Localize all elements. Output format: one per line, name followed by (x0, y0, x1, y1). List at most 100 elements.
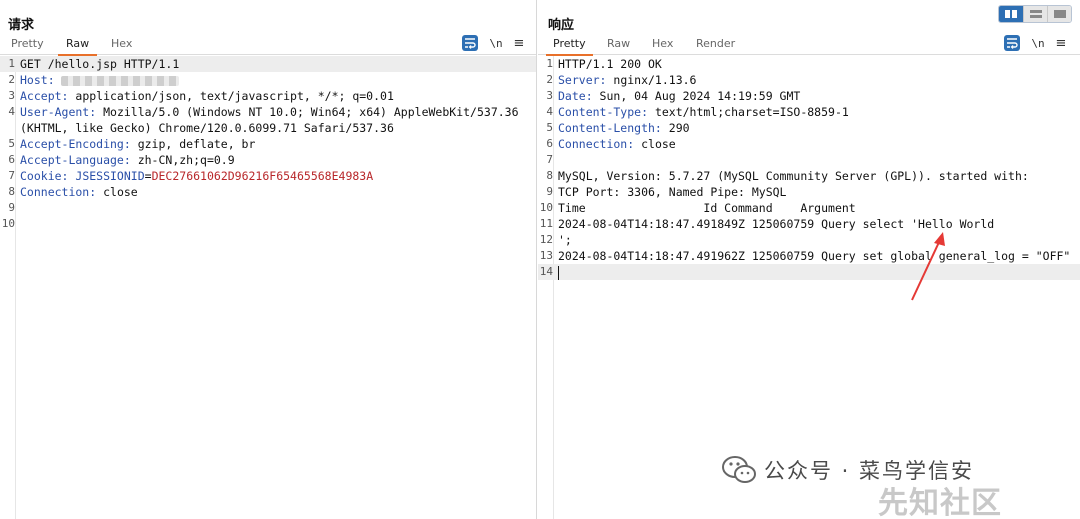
response-line: 14 (538, 264, 1080, 280)
response-line: 1 HTTP/1.1 200 OK (538, 56, 1080, 72)
line-code (558, 264, 559, 280)
newline-toggle-icon[interactable]: \n (488, 35, 504, 51)
text-cursor (558, 265, 559, 280)
response-line: 8 MySQL, Version: 5.7.27 (MySQL Community… (538, 168, 1080, 184)
redacted-host (60, 75, 179, 86)
line-code: (KHTML, like Gecko) Chrome/120.0.6099.71… (20, 121, 394, 135)
line-code: Connection: close (558, 137, 676, 151)
line-code: HTTP/1.1 200 OK (558, 57, 662, 71)
layout-tabs-icon[interactable] (1047, 6, 1071, 22)
response-line: 11 2024-08-04T14:18:47.491849Z 125060759 … (538, 216, 1080, 232)
request-line: 6 Accept-Language: zh-CN,zh;q=0.9 (0, 152, 536, 168)
line-number: 1 (546, 57, 553, 70)
line-code: Time Id Command Argument (558, 201, 856, 215)
line-number: 13 (539, 249, 553, 262)
line-number: 4 (546, 105, 553, 118)
line-number: 12 (539, 233, 553, 246)
request-tab-hex[interactable]: Hex (111, 37, 132, 54)
line-number: 1 (8, 57, 15, 70)
line-code: TCP Port: 3306, Named Pipe: MySQL (558, 185, 787, 199)
line-number: 3 (546, 89, 553, 102)
request-line: 2 Host: (0, 72, 536, 88)
watermark-site: 先知社区 (878, 486, 1002, 519)
line-code: GET /hello.jsp HTTP/1.1 (20, 57, 180, 71)
newline-toggle-icon[interactable]: \n (1030, 35, 1046, 51)
response-line: 2 Server: nginx/1.13.6 (538, 72, 1080, 88)
line-number: 2 (546, 73, 553, 86)
line-code: Content-Type: text/html;charset=ISO-8859… (558, 105, 849, 119)
line-number: 3 (8, 89, 15, 102)
response-title: 响应 (548, 18, 575, 33)
line-number: 8 (8, 185, 15, 198)
line-code: Connection: close (20, 185, 138, 199)
line-number: 14 (539, 265, 553, 278)
response-pane: 响应 Pretty Raw Hex Render \n ≡ 1 HTTP/1.1 … (538, 0, 1080, 519)
line-number: 6 (546, 137, 553, 150)
request-line: 9 (0, 200, 536, 216)
line-number: 5 (8, 137, 15, 150)
line-code: Accept: application/json, text/javascrip… (20, 89, 394, 103)
line-number: 9 (546, 185, 553, 198)
line-code: Date: Sun, 04 Aug 2024 14:19:59 GMT (558, 89, 801, 103)
request-line: 5 Accept-Encoding: gzip, deflate, br (0, 136, 536, 152)
line-code: Content-Length: 290 (558, 121, 690, 135)
response-editor[interactable]: 1 HTTP/1.1 200 OK 2 Server: nginx/1.13.6 3 Da… (538, 56, 1080, 519)
request-tabs: Pretty Raw Hex (0, 34, 536, 56)
line-number: 5 (546, 121, 553, 134)
line-code: Accept-Encoding: gzip, deflate, br (20, 137, 256, 151)
response-line: 6 Connection: close (538, 136, 1080, 152)
response-tab-raw[interactable]: Raw (607, 37, 630, 54)
line-code: User-Agent: Mozilla/5.0 (Windows NT 10.0… (20, 105, 519, 119)
line-number: 10 (539, 201, 553, 214)
response-line: 9 TCP Port: 3306, Named Pipe: MySQL (538, 184, 1080, 200)
request-line: 3 Accept: application/json, text/javascri… (0, 88, 536, 104)
response-tab-render[interactable]: Render (696, 37, 735, 54)
response-line: 4 Content-Type: text/html;charset=ISO-885… (538, 104, 1080, 120)
line-code: '; (558, 233, 572, 247)
wechat-icon (722, 456, 756, 483)
layout-toggle (998, 5, 1072, 23)
line-code: Accept-Language: zh-CN,zh;q=0.9 (20, 153, 235, 167)
request-line: 7 Cookie: JSESSIONID=DEC27661062D96216F65… (0, 168, 536, 184)
line-number: 6 (8, 153, 15, 166)
request-menu-icon[interactable]: ≡ (512, 35, 526, 51)
request-editor[interactable]: 1 GET /hello.jsp HTTP/1.1 2 Host: 3 Accept: a… (0, 56, 536, 519)
line-number: 9 (8, 201, 15, 214)
line-code: 2024-08-04T14:18:47.491849Z 125060759 Qu… (558, 217, 995, 231)
request-line: 1 GET /hello.jsp HTTP/1.1 (0, 56, 536, 72)
response-line: 5 Content-Length: 290 (538, 120, 1080, 136)
line-number: 11 (539, 217, 553, 230)
response-line: 10 Time Id Command Argument (538, 200, 1080, 216)
layout-side-by-side-icon[interactable] (999, 6, 1023, 22)
request-line: 8 Connection: close (0, 184, 536, 200)
request-tab-raw[interactable]: Raw (58, 37, 98, 56)
word-wrap-icon[interactable] (1004, 35, 1020, 51)
line-number: 7 (546, 153, 553, 166)
line-number: 2 (8, 73, 15, 86)
request-line: 10 (0, 216, 536, 232)
request-line: 4 User-Agent: Mozilla/5.0 (Windows NT 10.… (0, 104, 536, 120)
request-pane: 请求 Pretty Raw Hex \n ≡ 1 GET /hello.jsp H… (0, 0, 537, 519)
response-line: 7 (538, 152, 1080, 168)
response-line: 3 Date: Sun, 04 Aug 2024 14:19:59 GMT (538, 88, 1080, 104)
response-tab-pretty[interactable]: Pretty (546, 37, 593, 56)
response-menu-icon[interactable]: ≡ (1054, 35, 1068, 51)
line-code: 2024-08-04T14:18:47.491962Z 125060759 Qu… (558, 249, 1071, 263)
line-code: Server: nginx/1.13.6 (558, 73, 697, 87)
line-code: Cookie: JSESSIONID=DEC27661062D96216F654… (20, 169, 374, 183)
word-wrap-icon[interactable] (462, 35, 478, 51)
line-number: 7 (8, 169, 15, 182)
request-line: (KHTML, like Gecko) Chrome/120.0.6099.71… (0, 120, 536, 136)
line-code: MySQL, Version: 5.7.27 (MySQL Community … (558, 169, 1029, 183)
response-tab-hex[interactable]: Hex (652, 37, 673, 54)
layout-stacked-icon[interactable] (1023, 6, 1047, 22)
request-title: 请求 (8, 18, 35, 33)
response-line: 13 2024-08-04T14:18:47.491962Z 125060759 … (538, 248, 1080, 264)
line-number: 4 (8, 105, 15, 118)
response-line: 12 '; (538, 232, 1080, 248)
response-tabs: Pretty Raw Hex Render (538, 34, 1080, 56)
line-number: 8 (546, 169, 553, 182)
request-tab-pretty[interactable]: Pretty (11, 37, 44, 54)
line-code: Host: (20, 72, 179, 88)
line-number: 10 (1, 217, 15, 230)
